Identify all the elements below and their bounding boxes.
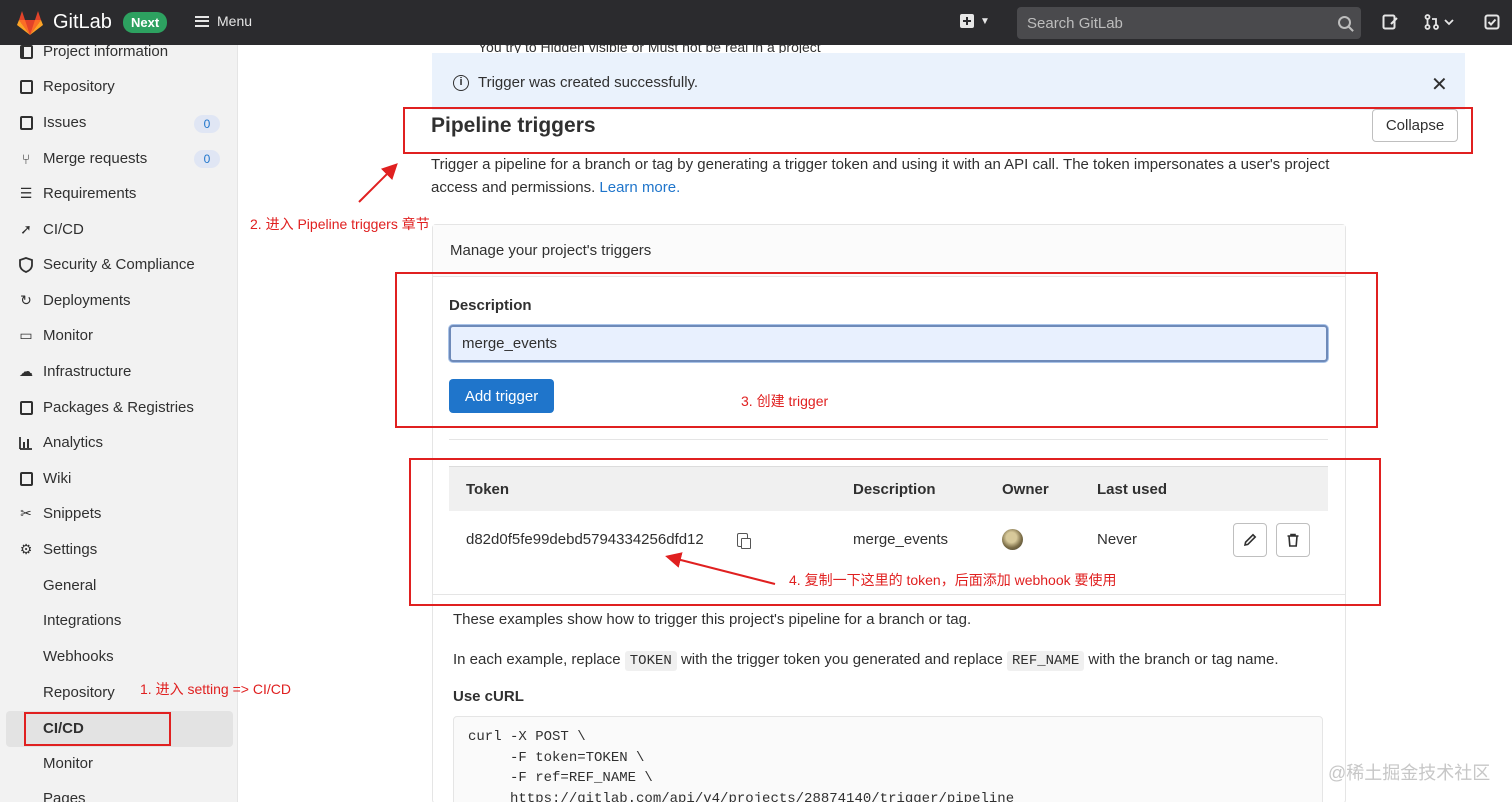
annotation-step1: 1. 进入 setting => CI/CD (140, 681, 291, 697)
annotation-arrow-step2 (358, 163, 398, 203)
merge-requests-count-badge: 0 (194, 150, 220, 168)
search-input[interactable]: Search GitLab (1017, 7, 1361, 39)
sidebar-item-label: Infrastructure (43, 363, 132, 380)
search-placeholder: Search GitLab (1027, 15, 1123, 32)
menu-button[interactable]: Menu (195, 13, 252, 29)
card-header: Manage your project's triggers (433, 225, 1345, 277)
plus-square-icon (960, 14, 974, 28)
annotation-box-create-trigger (395, 272, 1378, 428)
sidebar-item-label: Issues (43, 114, 87, 131)
sidebar-item-snippets[interactable]: ✂ Snippets (18, 505, 101, 522)
sidebar-item-requirements[interactable]: ☰ Requirements (18, 185, 137, 202)
replace-note-part: In each example, replace (453, 651, 625, 668)
watermark: @稀土掘金技术社区 (1328, 763, 1491, 783)
todo-icon[interactable] (1484, 14, 1500, 34)
section-description-text: Trigger a pipeline for a branch or tag b… (431, 156, 1330, 196)
sidebar-item-label: Monitor (43, 327, 94, 344)
annotation-step2: 2. 进入 Pipeline triggers 章节 (250, 216, 430, 232)
brand-name[interactable]: GitLab (53, 11, 112, 34)
merge-requests-shortcut-icon[interactable] (1424, 14, 1454, 34)
info-icon: i (453, 75, 469, 91)
annotation-step4: 4. 复制一下这里的 token，后面添加 webhook 要使用 (789, 572, 1117, 588)
sidebar-item-wiki[interactable]: Wiki (18, 470, 71, 487)
sidebar-item-label: Wiki (43, 470, 72, 487)
section-description: Trigger a pipeline for a branch or tag b… (431, 153, 1331, 199)
issues-shortcut-icon[interactable] (1382, 14, 1398, 34)
replace-note-part: with the branch or tag name. (1084, 651, 1279, 668)
examples-intro: These examples show how to trigger this … (453, 611, 972, 628)
card-header-text: Manage your project's triggers (450, 242, 652, 259)
token-code: TOKEN (624, 651, 677, 671)
issues-icon (18, 115, 34, 131)
gear-icon: ⚙ (19, 541, 33, 557)
sidebar-item-label: CI/CD (43, 221, 84, 238)
close-icon[interactable]: ✕ (1431, 72, 1448, 97)
new-dropdown-button[interactable]: ▼ (960, 14, 990, 28)
sidebar-item-label: Security & Compliance (43, 256, 195, 273)
sidebar-item-label: Merge requests (43, 150, 148, 167)
menu-label: Menu (217, 13, 253, 29)
settings-sub-integrations[interactable]: Integrations (43, 612, 121, 629)
sidebar-item-label: Repository (43, 78, 115, 95)
divider (449, 439, 1328, 440)
settings-sub-monitor[interactable]: Monitor (43, 755, 93, 772)
sidebar-item-label: Project information (43, 43, 169, 60)
annotation-box-cicd (24, 712, 171, 746)
sidebar-item-label: Requirements (43, 185, 137, 202)
issues-count-badge: 0 (194, 115, 220, 133)
hamburger-icon (195, 15, 209, 27)
sidebar-item-cicd[interactable]: ➚ CI/CD (18, 221, 84, 238)
scissors-icon: ✂ (20, 505, 32, 521)
merge-request-icon: ⑂ (21, 150, 31, 167)
sidebar-item-security-compliance[interactable]: Security & Compliance (18, 256, 195, 273)
sidebar-item-merge-requests[interactable]: ⑂ Merge requests (18, 150, 147, 167)
chevron-down-icon: ▼ (980, 15, 990, 27)
gitlab-logo-icon[interactable] (16, 10, 44, 36)
settings-sub-repository[interactable]: Repository (43, 684, 115, 701)
shield-icon (18, 256, 34, 273)
replace-note-part: with the trigger token you generated and… (676, 651, 1008, 668)
repository-icon (18, 79, 34, 95)
sidebar-item-infrastructure[interactable]: ☁ Infrastructure (18, 363, 131, 380)
sidebar-item-project-information[interactable]: Project information (18, 43, 168, 60)
sidebar-item-deployments[interactable]: ↻ Deployments (18, 292, 131, 309)
rocket-icon: ➚ (20, 221, 32, 237)
sidebar-item-analytics[interactable]: Analytics (18, 434, 103, 451)
next-badge[interactable]: Next (123, 12, 168, 33)
use-curl-heading: Use cURL (453, 688, 524, 705)
sidebar-item-label: Deployments (43, 292, 131, 309)
monitor-icon: ▭ (19, 327, 33, 343)
alert-message: Trigger was created successfully. (478, 74, 699, 91)
settings-sub-pages[interactable]: Pages (43, 790, 86, 802)
annotation-step3: 3. 创建 trigger (741, 393, 829, 409)
deployments-icon: ↻ (20, 292, 32, 308)
sidebar-item-label: Packages & Registries (43, 399, 194, 416)
sidebar-item-settings[interactable]: ⚙ Settings (18, 541, 97, 558)
examples-replace-note: In each example, replace TOKEN with the … (453, 651, 1279, 671)
project-info-icon (18, 44, 34, 60)
curl-code-block: curl -X POST \ -F token=TOKEN \ -F ref=R… (453, 716, 1323, 802)
book-icon (18, 471, 34, 487)
sidebar-item-label: Settings (43, 541, 98, 558)
sidebar-item-issues[interactable]: Issues (18, 114, 86, 131)
annotation-box-pipeline-triggers (403, 107, 1473, 154)
sidebar-item-label: Analytics (43, 434, 104, 451)
learn-more-link[interactable]: Learn more. (599, 179, 680, 196)
requirements-icon: ☰ (19, 185, 33, 201)
settings-sub-webhooks[interactable]: Webhooks (43, 648, 114, 665)
sidebar-item-monitor[interactable]: ▭ Monitor (18, 327, 93, 344)
search-icon (1338, 16, 1351, 29)
sidebar-item-packages-registries[interactable]: Packages & Registries (18, 399, 194, 416)
sidebar-item-label: Snippets (43, 505, 102, 522)
sidebar-item-repository[interactable]: Repository (18, 78, 115, 95)
top-navbar: GitLab Next Menu ▼ Search GitLab (0, 0, 1512, 45)
chart-icon (18, 435, 34, 451)
cloud-icon: ☁ (19, 363, 33, 379)
settings-sub-general[interactable]: General (43, 577, 96, 594)
package-icon (18, 400, 34, 416)
ref-name-code: REF_NAME (1007, 651, 1085, 671)
